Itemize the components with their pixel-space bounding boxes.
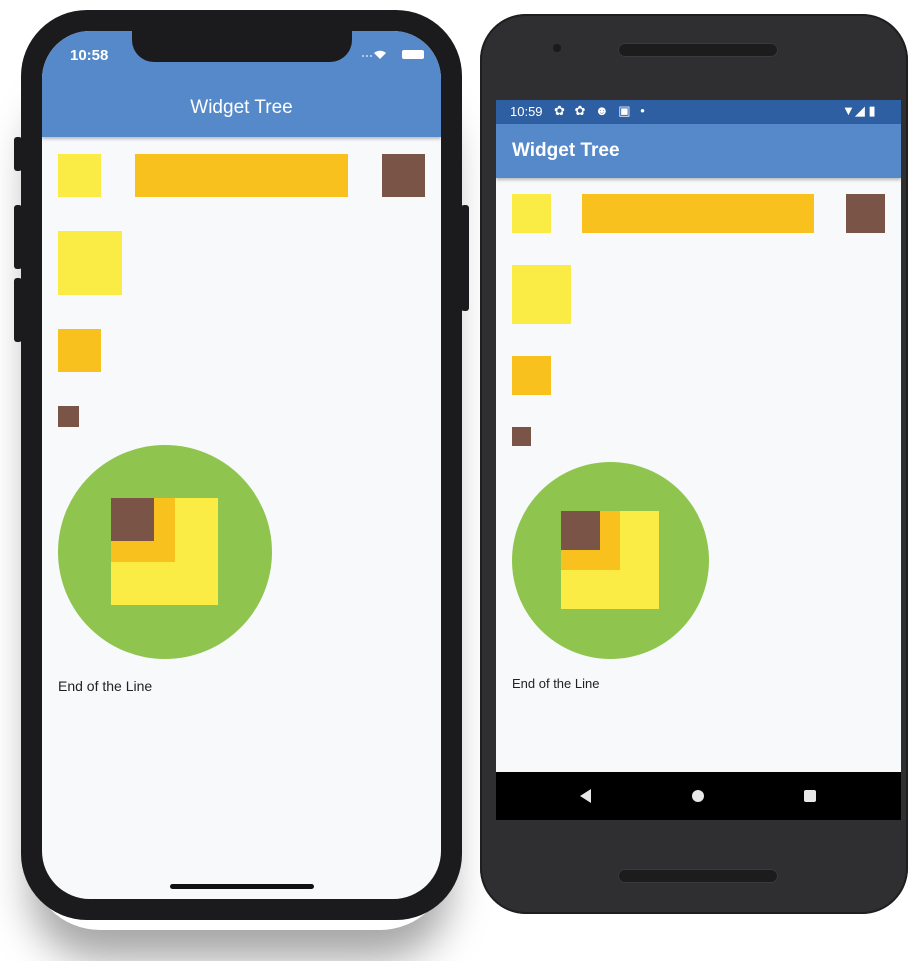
home-indicator[interactable] xyxy=(170,884,314,889)
android-screen: 10:59 ✿ ✿ ☻ ▣ • ▼◢ ▮ Widget Tree End of … xyxy=(496,100,901,820)
tiny-brown-square xyxy=(58,406,79,427)
small-brown-square xyxy=(846,194,885,233)
nested-brown-square xyxy=(561,511,600,550)
iphone-mute-switch xyxy=(14,137,22,171)
iphone-volume-up-button xyxy=(14,205,22,269)
home-icon[interactable] xyxy=(692,790,704,802)
wifi-icon xyxy=(360,47,394,64)
amber-square xyxy=(512,356,551,395)
tiny-brown-square xyxy=(512,427,531,446)
status-time: 10:58 xyxy=(70,47,109,64)
small-yellow-square xyxy=(58,154,101,197)
iphone-power-button xyxy=(461,205,469,311)
status-time: 10:59 xyxy=(510,104,543,119)
back-icon[interactable] xyxy=(580,789,591,803)
medium-yellow-square xyxy=(512,265,571,324)
iphone-notch xyxy=(132,31,352,62)
recents-icon[interactable] xyxy=(804,790,816,802)
medium-yellow-square xyxy=(58,231,122,295)
amber-square xyxy=(58,329,101,372)
small-yellow-square xyxy=(512,194,551,233)
end-of-line-text: End of the Line xyxy=(58,678,153,694)
wide-amber-bar xyxy=(135,154,348,197)
app-title: Widget Tree xyxy=(190,97,293,118)
navigation-bar xyxy=(496,772,901,820)
iphone-screen: 10:58 Widget Tree End of the Line xyxy=(42,31,441,899)
iphone-volume-down-button xyxy=(14,278,22,342)
notification-icons: ✿ ✿ ☻ ▣ • xyxy=(554,103,648,118)
signal-battery-icons: ▼◢ ▮ xyxy=(842,103,876,118)
top-speaker xyxy=(618,43,778,57)
app-title: Widget Tree xyxy=(512,140,620,161)
small-brown-square xyxy=(382,154,425,197)
nested-brown-square xyxy=(111,498,154,541)
end-of-line-text: End of the Line xyxy=(512,676,600,691)
battery-icon xyxy=(402,50,424,59)
front-camera xyxy=(553,44,561,52)
bottom-speaker xyxy=(618,869,778,883)
wide-amber-bar xyxy=(582,194,814,233)
